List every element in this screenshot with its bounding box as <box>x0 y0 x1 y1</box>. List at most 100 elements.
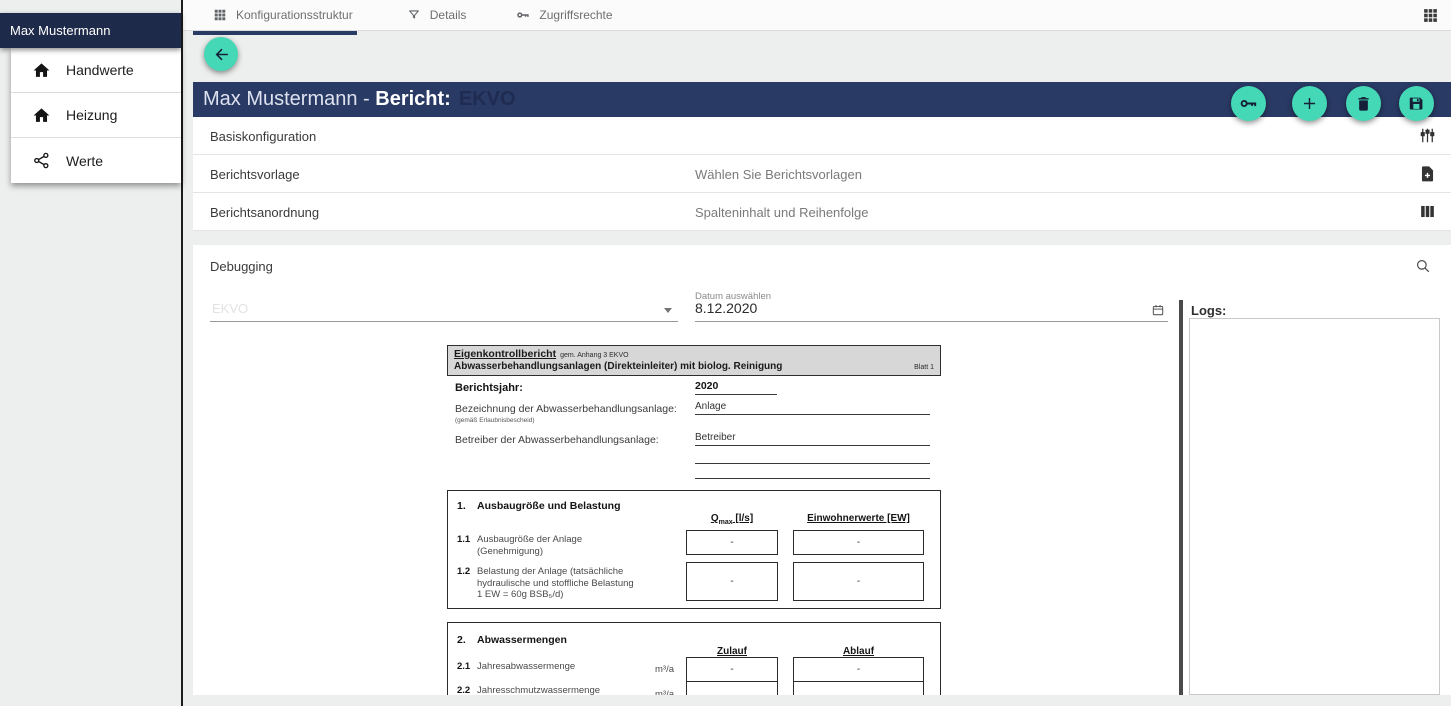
operator-value: Betreiber <box>695 432 930 446</box>
sidebar-item-label: Werte <box>66 153 103 169</box>
section-title: Abwassermengen <box>477 634 567 646</box>
report-subtitle: Abwasserbehandlungsanlagen (Direkteinlei… <box>454 361 782 372</box>
sidebar-item-label: Handwerte <box>66 62 134 78</box>
sidebar-user-name: Max Mustermann <box>10 23 110 38</box>
logs-output-box <box>1189 318 1440 695</box>
tab-details[interactable]: Details <box>407 0 467 30</box>
page-title-prefix: Max Mustermann - <box>203 88 375 111</box>
unit-label: m³/a <box>626 689 674 695</box>
value-cell <box>793 681 924 695</box>
value-cell: - <box>793 657 924 682</box>
row-label: Basiskonfiguration <box>210 129 316 144</box>
tab-zugriffsrechte[interactable]: Zugriffsrechte <box>516 0 612 30</box>
plant-name-value: Anlage <box>695 401 930 415</box>
save-button[interactable] <box>1399 86 1434 121</box>
back-button[interactable] <box>204 37 238 71</box>
key-icon <box>516 8 530 22</box>
sidebar-item-handwerte[interactable]: Handwerte <box>11 48 181 93</box>
tab-label: Details <box>430 8 467 22</box>
report-title: Eigenkontrollbericht <box>454 348 556 360</box>
tab-konfigurationsstruktur[interactable]: Konfigurationsstruktur <box>213 0 353 30</box>
report-header-box: Eigenkontrollbericht gem. Anhang 3 EKVO … <box>447 345 941 376</box>
row-number: 1.2 <box>457 566 470 577</box>
report-select-value: EKVO <box>212 301 248 316</box>
debugging-panel: Debugging EKVO Datum auswählen 8.12.2020… <box>193 245 1451 695</box>
home-icon <box>32 61 51 80</box>
row-number: 2.2 <box>457 685 470 695</box>
add-button[interactable] <box>1292 86 1327 121</box>
apps-grid-icon[interactable] <box>1422 7 1439 24</box>
row-number: 1.1 <box>457 534 470 545</box>
report-title-note: gem. Anhang 3 EKVO <box>560 352 629 359</box>
section-1-box: 1. Ausbaugröße und Belastung Qmax [l/s] … <box>447 490 941 609</box>
row-hint: Spalteninhalt und Reihenfolge <box>695 205 868 220</box>
value-cell: - <box>686 562 778 601</box>
delete-icon <box>1354 94 1373 113</box>
app-window: Konfigurationsstruktur Details Zugriffsr… <box>0 0 1451 706</box>
logs-label: Logs: <box>1191 303 1226 318</box>
row-label: Berichtsvorlage <box>210 167 300 182</box>
row-berichtsvorlage[interactable]: Berichtsvorlage Wählen Sie Berichtsvorla… <box>193 155 1451 193</box>
arrow-left-icon <box>212 45 231 64</box>
column-header-ablauf: Ablauf <box>791 646 926 657</box>
calendar-icon[interactable] <box>1151 303 1165 317</box>
year-value: 2020 <box>695 380 777 395</box>
operator-label: Betreiber der Abwasserbehandlungsanlage: <box>455 434 659 446</box>
note-add-icon[interactable] <box>1418 164 1437 183</box>
value-cell: - <box>686 657 778 682</box>
row-berichtsanordnung[interactable]: Berichtsanordnung Spalteninhalt und Reih… <box>193 193 1451 231</box>
row-label: Belastung der Anlage (tatsächlichehydrau… <box>477 566 682 601</box>
value-cell: - <box>686 530 778 555</box>
row-label: Ausbaugröße der Anlage(Genehmigung) <box>477 534 682 557</box>
date-value: 8.12.2020 <box>695 300 757 316</box>
grid-icon <box>213 8 227 22</box>
search-icon[interactable] <box>1414 257 1432 275</box>
report-preview: Eigenkontrollbericht gem. Anhang 3 EKVO … <box>447 345 941 376</box>
home-icon <box>32 106 51 125</box>
sidebar-menu: Handwerte Heizung Werte <box>11 48 181 183</box>
permissions-button[interactable] <box>1231 86 1266 121</box>
columns-icon[interactable] <box>1418 202 1437 221</box>
page-title-report-name: EKVO <box>459 88 516 111</box>
tab-label: Konfigurationsstruktur <box>236 8 353 22</box>
sidebar-item-heizung[interactable]: Heizung <box>11 93 181 138</box>
blank-line <box>695 478 930 479</box>
plant-name-note: (gemäß Erlaubnisbescheid) <box>455 417 534 424</box>
section-2-box: 2. Abwassermengen Zulauf Ablauf 2.1 Jahr… <box>447 622 941 695</box>
unit-label: m³/a <box>626 664 674 675</box>
debugging-title: Debugging <box>210 259 273 274</box>
sidebar-item-label: Heizung <box>66 107 117 123</box>
sidebar: Max Mustermann Handwerte Heizung <box>0 0 183 706</box>
share-icon <box>32 151 51 170</box>
value-cell <box>686 681 778 695</box>
tab-label: Zugriffsrechte <box>539 8 612 22</box>
blank-line <box>695 463 930 464</box>
report-select[interactable]: EKVO <box>210 296 678 322</box>
row-number: 2.1 <box>457 661 470 672</box>
section-number: 1. <box>457 500 466 512</box>
save-icon <box>1407 94 1426 113</box>
section-title: Ausbaugröße und Belastung <box>477 500 621 512</box>
column-header-ew: Einwohnerwerte [EW] <box>791 513 926 524</box>
date-input[interactable]: 8.12.2020 <box>695 296 1168 322</box>
sidebar-item-werte[interactable]: Werte <box>11 138 181 183</box>
value-cell: - <box>793 562 924 601</box>
configuration-list: Basiskonfiguration Berichtsvorlage Wähle… <box>193 117 1451 231</box>
column-header-qmax: Qmax [l/s] <box>684 513 780 526</box>
value-cell: - <box>793 530 924 555</box>
delete-button[interactable] <box>1346 86 1381 121</box>
sidebar-user-header: Max Mustermann <box>0 13 181 48</box>
filter-icon <box>407 8 421 22</box>
row-hint: Wählen Sie Berichtsvorlagen <box>695 167 862 182</box>
column-header-zulauf: Zulauf <box>684 646 780 657</box>
sliders-icon[interactable] <box>1418 126 1437 145</box>
preview-scrollbar[interactable] <box>1179 300 1183 695</box>
section-number: 2. <box>457 634 466 646</box>
chevron-down-icon <box>664 308 672 313</box>
page-title: Bericht: <box>375 88 451 111</box>
row-basiskonfiguration[interactable]: Basiskonfiguration <box>193 117 1451 155</box>
row-label: Berichtsanordnung <box>210 205 319 220</box>
plant-name-label: Bezeichnung der Abwasserbehandlungsanlag… <box>455 403 677 415</box>
report-sheet-number: Blatt 1 <box>914 364 934 371</box>
add-icon <box>1300 94 1319 113</box>
